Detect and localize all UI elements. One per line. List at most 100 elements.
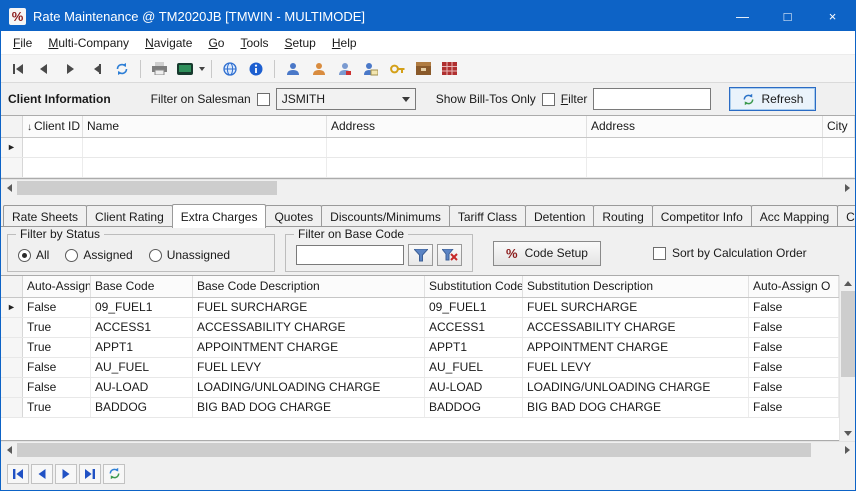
filter-on-salesman-checkbox[interactable] <box>257 93 270 106</box>
scrollbar-track[interactable] <box>17 180 839 196</box>
tab-quotes[interactable]: Quotes <box>265 205 322 227</box>
tab-competitor-info[interactable]: Competitor Info <box>652 205 752 227</box>
tab-tariff-class[interactable]: Tariff Class <box>449 205 526 227</box>
menu-multi-company[interactable]: Multi-Company <box>40 32 137 54</box>
user-mail-icon[interactable] <box>359 57 383 81</box>
column-header-city[interactable]: City <box>823 116 855 137</box>
previous-record-icon[interactable] <box>32 57 56 81</box>
tab-acc-mapping[interactable]: Acc Mapping <box>751 205 838 227</box>
show-bill-tos-label: Show Bill-Tos Only <box>436 92 536 106</box>
client-user-icon[interactable] <box>281 57 305 81</box>
charges-row-au-fuel[interactable]: False AU_FUEL FUEL LEVY AU_FUEL FUEL LEV… <box>1 358 839 378</box>
apply-filter-button[interactable] <box>408 244 433 266</box>
base-code-filter-input[interactable] <box>296 245 404 265</box>
record-navigation-bar <box>1 457 855 490</box>
scroll-up-icon[interactable] <box>840 275 856 291</box>
charges-row-au-load[interactable]: False AU-LOAD LOADING/UNLOADING CHARGE A… <box>1 378 839 398</box>
status-radio-all[interactable]: All <box>18 248 49 262</box>
column-header-substitution-code[interactable]: Substitution Code <box>425 276 523 297</box>
view-screen-button[interactable] <box>173 57 205 81</box>
last-record-icon[interactable] <box>84 57 108 81</box>
menu-go[interactable]: Go <box>200 32 232 54</box>
charges-row-access1[interactable]: True ACCESS1 ACCESSABILITY CHARGE ACCESS… <box>1 318 839 338</box>
tab-routing[interactable]: Routing <box>593 205 652 227</box>
menu-file[interactable]: File <box>5 32 40 54</box>
tab-discounts-minimums[interactable]: Discounts/Minimums <box>321 205 450 227</box>
scrollbar-thumb[interactable] <box>17 443 811 457</box>
maximize-button[interactable]: □ <box>765 1 810 31</box>
menu-help[interactable]: Help <box>324 32 365 54</box>
print-icon[interactable] <box>147 57 171 81</box>
rates-grid-icon[interactable] <box>437 57 461 81</box>
column-header-substitution-description[interactable]: Substitution Description <box>523 276 749 297</box>
scroll-left-icon[interactable] <box>1 442 17 458</box>
code-setup-label: Code Setup <box>525 246 588 260</box>
tab-client-rating[interactable]: Client Rating <box>86 205 173 227</box>
scroll-right-icon[interactable] <box>839 442 855 458</box>
client-filter-input[interactable] <box>593 88 711 110</box>
salesman-dropdown[interactable]: JSMITH <box>276 88 416 110</box>
first-record-icon[interactable] <box>6 57 30 81</box>
filter-on-base-code-label: Filter on Base Code <box>294 227 408 241</box>
contact-user-icon[interactable] <box>333 57 357 81</box>
menu-navigate[interactable]: Navigate <box>137 32 200 54</box>
sort-by-calculation-order[interactable]: Sort by Calculation Order <box>653 246 807 260</box>
code-setup-button[interactable]: % Code Setup <box>493 241 601 266</box>
column-header-auto-assign-o[interactable]: Auto-Assign O <box>749 276 839 297</box>
menu-setup[interactable]: Setup <box>276 32 323 54</box>
scrollbar-track[interactable] <box>840 291 855 425</box>
salesman-dropdown-value: JSMITH <box>282 92 402 106</box>
column-header-client-id[interactable]: ↓Client ID <box>23 116 83 137</box>
sort-checkbox[interactable] <box>653 247 666 260</box>
scrollbar-track[interactable] <box>17 442 839 458</box>
tab-strip: Rate Sheets Client Rating Extra Charges … <box>1 203 855 227</box>
client-grid-row[interactable]: ► <box>1 138 855 158</box>
close-button[interactable]: × <box>810 1 855 31</box>
column-header-address-2[interactable]: Address <box>587 116 823 137</box>
charges-row-appt1[interactable]: True APPT1 APPOINTMENT CHARGE APPT1 APPO… <box>1 338 839 358</box>
refresh-icon[interactable] <box>110 57 134 81</box>
show-bill-tos-checkbox[interactable] <box>542 93 555 106</box>
next-record-icon[interactable] <box>58 57 82 81</box>
scrollbar-thumb[interactable] <box>17 181 277 195</box>
salesman-user-icon[interactable] <box>307 57 331 81</box>
tab-extra-charges[interactable]: Extra Charges <box>172 204 267 228</box>
filter-by-status-group: Filter by Status All Assigned Unassigned <box>7 234 275 272</box>
client-grid-hscrollbar[interactable] <box>1 179 855 195</box>
menu-tools[interactable]: Tools <box>232 32 276 54</box>
scroll-left-icon[interactable] <box>1 180 17 196</box>
column-header-address-1[interactable]: Address <box>327 116 587 137</box>
charges-grid-hscrollbar[interactable] <box>1 441 855 457</box>
minimize-button[interactable]: — <box>720 1 765 31</box>
charges-row-baddog[interactable]: True BADDOG BIG BAD DOG CHARGE BADDOG BI… <box>1 398 839 418</box>
column-header-auto-assign[interactable]: Auto-Assign <box>23 276 91 297</box>
tab-cube[interactable]: Cube <box>837 205 856 227</box>
key-icon[interactable] <box>385 57 409 81</box>
tab-rate-sheets[interactable]: Rate Sheets <box>3 205 87 227</box>
column-header-base-code-description[interactable]: Base Code Description <box>193 276 425 297</box>
charges-grid-vscrollbar[interactable] <box>839 275 855 441</box>
nav-last-record-icon[interactable] <box>79 464 101 484</box>
column-header-base-code[interactable]: Base Code <box>91 276 193 297</box>
client-grid-row[interactable] <box>1 158 855 178</box>
clear-filter-button[interactable] <box>437 244 462 266</box>
refresh-button[interactable]: Refresh <box>729 87 816 111</box>
menu-bar: File Multi-Company Navigate Go Tools Set… <box>1 31 855 55</box>
scrollbar-thumb[interactable] <box>841 291 855 377</box>
scroll-right-icon[interactable] <box>839 180 855 196</box>
status-radio-assigned[interactable]: Assigned <box>65 248 132 262</box>
charges-row-09-fuel1[interactable]: ► False 09_FUEL1 FUEL SURCHARGE 09_FUEL1… <box>1 298 839 318</box>
nav-first-record-icon[interactable] <box>7 464 29 484</box>
title-bar[interactable]: % Rate Maintenance @ TM2020JB [TMWIN - M… <box>1 1 855 31</box>
status-radio-unassigned[interactable]: Unassigned <box>149 248 230 262</box>
nav-refresh-icon[interactable] <box>103 464 125 484</box>
nav-previous-record-icon[interactable] <box>31 464 53 484</box>
nav-next-record-icon[interactable] <box>55 464 77 484</box>
scroll-down-icon[interactable] <box>840 425 856 441</box>
tab-detention[interactable]: Detention <box>525 205 594 227</box>
info-icon[interactable] <box>244 57 268 81</box>
globe-icon[interactable] <box>218 57 242 81</box>
company-box-icon[interactable] <box>411 57 435 81</box>
column-header-name[interactable]: Name <box>83 116 327 137</box>
screen-icon <box>173 57 197 81</box>
